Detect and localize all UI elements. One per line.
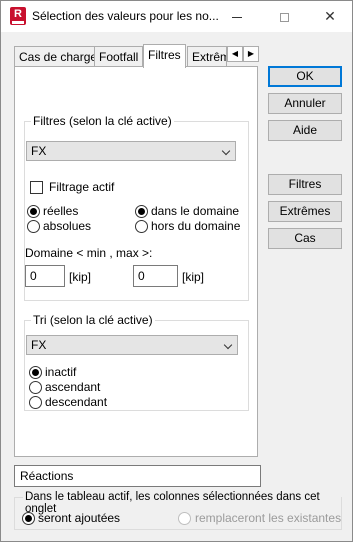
radio-absolues-label[interactable]: absolues: [43, 219, 91, 233]
column-mode-group: Dans le tableau actif, les colonnes séle…: [14, 491, 342, 530]
radio-ascendant-label[interactable]: ascendant: [45, 380, 100, 394]
sort-group: Tri (selon la clé active) FX inactif asc…: [24, 313, 249, 411]
dialog-window: R Sélection des valeurs pour les no... ✕…: [0, 0, 353, 542]
radio-dans-le-domaine-label[interactable]: dans le domaine: [151, 204, 239, 218]
tab-scroll-right-icon[interactable]: ▶: [243, 46, 259, 62]
domain-label: Domaine < min , max >:: [25, 246, 153, 260]
filters-key-combo[interactable]: FX: [26, 141, 236, 161]
radio-inactif[interactable]: [29, 366, 42, 379]
radio-ascendant[interactable]: [29, 381, 42, 394]
radio-hors-du-domaine[interactable]: [135, 220, 148, 233]
radio-reelles[interactable]: [27, 205, 40, 218]
window-title: Sélection des valeurs pour les no...: [32, 9, 219, 23]
radio-reelles-label[interactable]: réelles: [43, 204, 78, 218]
chevron-down-icon: [221, 146, 231, 156]
tab-panel-filtres: Filtres (selon la clé active) FX Filtrag…: [14, 66, 258, 457]
tab-footfall[interactable]: Footfall: [94, 46, 144, 68]
maximize-icon: [279, 12, 289, 22]
radio-inactif-label[interactable]: inactif: [45, 365, 76, 379]
extremes-button[interactable]: Extrêmes: [268, 201, 342, 222]
ok-button[interactable]: OK: [268, 66, 342, 87]
filters-button[interactable]: Filtres: [268, 174, 342, 195]
minimize-button[interactable]: [214, 1, 260, 32]
maximize-button[interactable]: [261, 1, 307, 32]
filtering-active-checkbox[interactable]: [30, 181, 43, 194]
domain-max-input[interactable]: 0: [133, 265, 178, 287]
minimize-icon: [232, 16, 242, 18]
filters-group: Filtres (selon la clé active) FX Filtrag…: [24, 114, 249, 301]
radio-remplaceront[interactable]: [178, 512, 191, 525]
radio-descendant-label[interactable]: descendant: [45, 395, 107, 409]
cancel-button[interactable]: Annuler: [268, 93, 342, 114]
chevron-down-icon: [223, 340, 233, 350]
robot-app-icon: R: [10, 7, 26, 25]
cases-button[interactable]: Cas: [268, 228, 342, 249]
radio-absolues[interactable]: [27, 220, 40, 233]
filtering-active-label[interactable]: Filtrage actif: [49, 180, 114, 194]
table-name-field[interactable]: Réactions: [14, 465, 261, 487]
radio-remplaceront-label[interactable]: remplaceront les existantes: [195, 511, 341, 525]
domain-min-input[interactable]: 0: [25, 265, 65, 287]
filters-group-label: Filtres (selon la clé active): [31, 114, 174, 128]
tab-scroll-left-icon[interactable]: ◀: [227, 46, 243, 62]
sort-key-combo[interactable]: FX: [26, 335, 238, 355]
sort-group-label: Tri (selon la clé active): [31, 313, 155, 327]
domain-min-unit: [kip]: [69, 270, 92, 284]
domain-max-unit: [kip]: [182, 270, 205, 284]
radio-seront-ajoutees-label[interactable]: seront ajoutées: [38, 511, 120, 525]
radio-descendant[interactable]: [29, 396, 42, 409]
close-button[interactable]: ✕: [307, 1, 353, 32]
sort-combo-value: FX: [31, 338, 47, 352]
tab-cas-de-charge[interactable]: Cas de charge: [14, 46, 103, 68]
title-bar: R Sélection des valeurs pour les no... ✕: [1, 1, 352, 32]
radio-seront-ajoutees[interactable]: [22, 512, 35, 525]
help-button[interactable]: Aide: [268, 120, 342, 141]
radio-dans-le-domaine[interactable]: [135, 205, 148, 218]
filters-combo-value: FX: [31, 144, 47, 158]
tab-extremes[interactable]: Extrêm: [187, 46, 227, 68]
radio-hors-du-domaine-label[interactable]: hors du domaine: [151, 219, 240, 233]
tab-filtres[interactable]: Filtres: [143, 44, 186, 68]
